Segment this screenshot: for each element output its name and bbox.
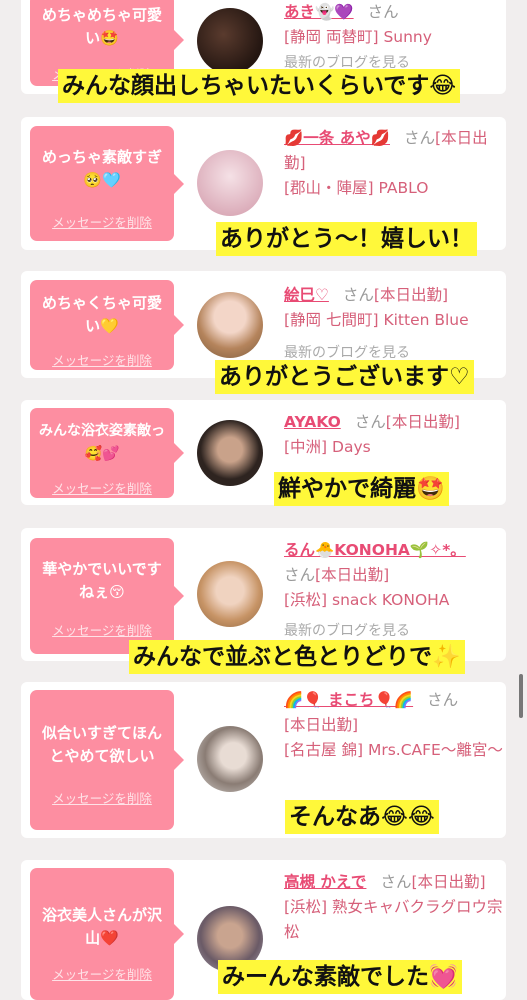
attendance-status: [本日出勤] [315,566,390,584]
sender-info: 🌈🎈 まこち🎈🌈 さん [本日出勤] [名古屋 錦] Mrs.CAFE〜離宮〜 [284,688,506,763]
honorific: さん [354,413,386,431]
honorific: さん [284,566,316,584]
sender-name[interactable]: あき👻💜 [284,3,354,21]
blog-link[interactable]: 最新のブログを見る [284,623,410,639]
honorific: さん [342,286,374,304]
sender-info: AYAKO さん[本日出勤] [中洲] Days [284,410,506,460]
attendance-status: [本日出勤] [284,716,359,734]
message-bubble: 似合いすぎてほんとやめて欲しい メッセージを削除 [30,690,184,830]
honorific: さん [427,691,459,709]
shop-name[interactable]: [名古屋 錦] Mrs.CAFE〜離宮〜 [284,741,503,759]
honorific: さん [404,129,436,147]
shop-name[interactable]: [郡山・陣屋] PABLO [284,179,428,197]
sender-name[interactable]: AYAKO [284,413,341,431]
message-text: みんな浴衣姿素敵っ🥰💕 [39,423,165,462]
shop-name[interactable]: [静岡 両替町] Sunny [284,28,432,46]
delete-message-link[interactable]: メッセージを削除 [30,350,174,369]
sender-name[interactable]: 💋一条 あや💋 [284,129,390,147]
sender-info: 高槻 かえで さん[本日出勤] [浜松] 熟女キャバクラグロウ宗松 [284,870,506,945]
message-bubble: めちゃくちゃ可愛い💛 メッセージを削除 [30,280,184,370]
caption: みーんな素敵でした💓 [218,960,462,994]
avatar[interactable] [197,292,263,358]
avatar[interactable] [197,8,263,74]
shop-name[interactable]: [浜松] snack KONOHA [284,591,449,609]
message-text: めっちゃ素敵すぎ🥺🩵 [41,148,162,189]
sender-info: 💋一条 あや💋 さん[本日出勤] [郡山・陣屋] PABLO [284,126,506,201]
shop-name[interactable]: [浜松] 熟女キャバクラグロウ宗松 [284,898,503,941]
delete-message-link[interactable]: メッセージを削除 [30,212,174,231]
delete-message-link[interactable]: メッセージを削除 [30,788,174,807]
message-text: めちゃくちゃ可愛い💛 [41,294,162,335]
sender-name[interactable]: るん🐣KONOHA🌱✧*。 [284,541,466,559]
honorific: さん [367,3,399,21]
message-text: 華やかでいいですねぇ😚 [42,560,162,601]
sender-info: るん🐣KONOHA🌱✧*。 さん[本日出勤] [浜松] snack KONOHA… [284,538,506,649]
delete-message-link[interactable]: メッセージを削除 [30,620,174,639]
caption: みんなで並ぶと色とりどりで✨ [129,640,465,674]
avatar[interactable] [197,561,263,627]
sender-info: あき👻💜 さん [静岡 両替町] Sunny 最新のブログを見る [284,0,506,76]
message-bubble: 華やかでいいですねぇ😚 メッセージを削除 [30,538,184,654]
blog-link[interactable]: 最新のブログを見る [284,345,410,361]
message-text: めちゃめちゃ可愛い🤩 [41,6,162,47]
delete-message-link[interactable]: メッセージを削除 [30,964,174,983]
message-bubble: めっちゃ素敵すぎ🥺🩵 メッセージを削除 [30,126,184,241]
message-bubble: みんな浴衣姿素敵っ🥰💕 メッセージを削除 [30,408,184,498]
caption: そんなあ😂😂 [285,800,439,834]
message-text: 浴衣美人さんが沢山❤️ [41,906,162,947]
attendance-status: [本日出勤] [373,286,449,304]
delete-message-link[interactable]: メッセージを削除 [30,478,174,497]
message-text: 似合いすぎてほんとやめて欲しい [41,724,162,765]
caption: みんな顔出しちゃいたいくらいです😂 [58,69,461,103]
attendance-status: [本日出勤] [411,873,486,891]
shop-name[interactable]: [中洲] Days [284,438,371,456]
shop-name[interactable]: [静岡 七間町] Kitten Blue [284,311,469,329]
honorific: さん [380,873,412,891]
avatar[interactable] [197,150,263,216]
avatar[interactable] [197,420,263,486]
caption: ありがとうございます♡ [215,360,474,394]
caption: ありがとう〜！嬉しい！ [216,222,477,256]
scrollbar[interactable] [519,674,523,718]
sender-name[interactable]: 高槻 かえで [284,873,366,891]
avatar[interactable] [197,726,263,792]
attendance-status: [本日出勤] [385,413,460,431]
caption: 鮮やかで綺麗🤩 [274,472,449,506]
sender-name[interactable]: 絵巳♡ [284,286,329,304]
sender-name[interactable]: 🌈🎈 まこち🎈🌈 [284,691,413,709]
message-bubble: 浴衣美人さんが沢山❤️ メッセージを削除 [30,868,184,1000]
